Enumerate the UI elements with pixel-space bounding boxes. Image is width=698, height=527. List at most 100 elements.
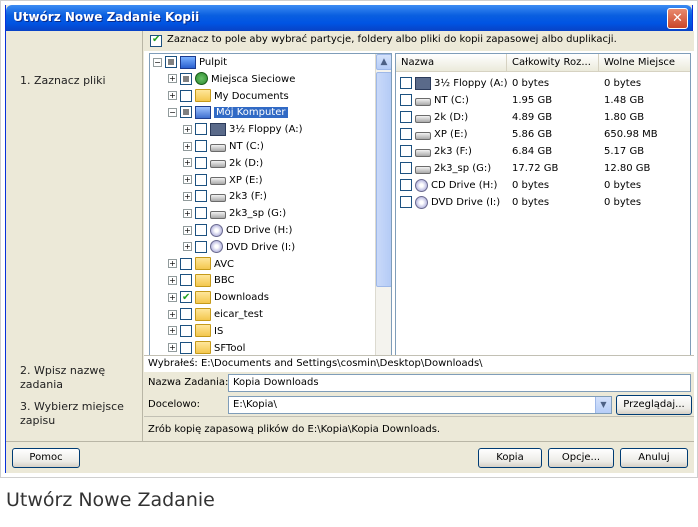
chevron-down-icon[interactable]: ▼: [595, 397, 611, 413]
expand-icon[interactable]: +: [183, 242, 192, 252]
tree-item[interactable]: + IS: [168, 324, 223, 340]
drive-icon: [415, 97, 431, 106]
tree-item-checkbox[interactable]: [195, 140, 207, 152]
close-button[interactable]: ✕: [667, 8, 688, 29]
cd-icon: [415, 178, 428, 192]
expand-icon[interactable]: +: [168, 343, 177, 353]
expand-icon[interactable]: +: [168, 292, 177, 302]
column-name-header[interactable]: Nazwa: [396, 54, 507, 72]
tree-item-checkbox[interactable]: [180, 257, 192, 270]
list-item[interactable]: 2k3_sp (G:) 17.72 GB 12.80 GB: [396, 161, 690, 177]
destination-select[interactable]: E:\Kopia\ ▼: [228, 396, 612, 414]
tree-item-label: 2k (D:): [229, 157, 264, 169]
list-item-checkbox[interactable]: [400, 94, 412, 106]
list-item-checkbox[interactable]: [400, 77, 412, 89]
tree-item[interactable]: − Pulpit: [153, 55, 227, 71]
options-button[interactable]: Opcje...: [548, 448, 614, 468]
expand-icon[interactable]: +: [168, 309, 177, 319]
tree-item[interactable]: +3½ Floppy (A:): [183, 122, 303, 138]
drive-free-space: 0 bytes: [604, 180, 642, 191]
column-total-header[interactable]: Całkowity Roz...: [507, 54, 599, 72]
tree-item[interactable]: + XP (E:): [183, 173, 263, 189]
expand-icon[interactable]: +: [183, 141, 192, 151]
scroll-up-button[interactable]: ▲: [376, 54, 391, 70]
expand-icon[interactable]: +: [183, 225, 192, 235]
tree-item-checkbox[interactable]: [195, 224, 207, 236]
destination-row: Docelowo: E:\Kopia\ ▼ Przeglądaj...: [144, 394, 694, 416]
tree-item-checkbox[interactable]: [195, 123, 207, 136]
drive-icon: [210, 177, 226, 186]
tree-item-label: 3½ Floppy (A:): [229, 124, 303, 136]
list-item[interactable]: DVD Drive (I:) 0 bytes 0 bytes: [396, 195, 690, 211]
tree-item-checkbox[interactable]: [180, 341, 192, 354]
tree-item[interactable]: +2k3 (F:): [183, 189, 267, 205]
list-item[interactable]: NT (C:) 1.95 GB 1.48 GB: [396, 93, 690, 109]
tree-item[interactable]: + DVD Drive (I:): [183, 240, 295, 256]
tree-item[interactable]: + Downloads: [168, 290, 269, 306]
tree-item[interactable]: + AVC: [168, 257, 234, 273]
tree-item-label: AVC: [214, 258, 235, 270]
tree-item-checkbox[interactable]: [165, 56, 177, 68]
tree-item-checkbox[interactable]: [180, 106, 192, 119]
tree-item-label: eicar_test: [214, 309, 263, 320]
drive-free-space: 1.48 GB: [604, 95, 645, 106]
expand-icon[interactable]: +: [183, 191, 192, 201]
expand-icon[interactable]: +: [168, 91, 177, 101]
tree-item[interactable]: + BBC: [168, 273, 235, 289]
collapse-icon[interactable]: −: [153, 57, 162, 67]
tree-item-checkbox[interactable]: [195, 173, 207, 186]
expand-icon[interactable]: +: [183, 158, 192, 168]
list-item-checkbox[interactable]: [400, 128, 412, 140]
tree-item[interactable]: +2k3_sp (G:): [183, 206, 286, 222]
list-item-checkbox[interactable]: [400, 162, 412, 174]
tree-item[interactable]: + NT (C:): [183, 139, 264, 155]
expand-icon[interactable]: +: [183, 124, 192, 134]
expand-icon[interactable]: +: [168, 74, 177, 84]
expand-icon[interactable]: +: [168, 326, 177, 336]
tree-item-checkbox[interactable]: [180, 324, 192, 337]
tree-item-checkbox[interactable]: [180, 308, 192, 320]
tree-item-checkbox[interactable]: [180, 290, 192, 306]
copy-button[interactable]: Kopia: [478, 448, 542, 468]
list-item-checkbox[interactable]: [400, 196, 412, 208]
list-item[interactable]: CD Drive (H:) 0 bytes 0 bytes: [396, 178, 690, 194]
tree-item-checkbox[interactable]: [180, 72, 192, 85]
tree-item[interactable]: +2k (D:): [183, 156, 263, 172]
list-item[interactable]: 2k (D:) 4.89 GB 1.80 GB: [396, 110, 690, 126]
column-free-header[interactable]: Wolne Miejsce: [599, 54, 690, 72]
tree-item-label: Miejsca Sieciowe: [211, 73, 296, 85]
list-item-checkbox[interactable]: [400, 179, 412, 191]
expand-icon[interactable]: +: [168, 259, 177, 269]
list-item[interactable]: 2k3 (F:) 6.84 GB 5.17 GB: [396, 144, 690, 160]
tree-item-checkbox[interactable]: [195, 240, 207, 253]
drive-name: XP (E:): [434, 129, 468, 140]
scroll-thumb[interactable]: [376, 72, 391, 287]
list-item-checkbox[interactable]: [400, 145, 412, 157]
help-button[interactable]: Pomoc: [12, 448, 80, 468]
list-item-checkbox[interactable]: [400, 111, 412, 123]
network-icon: [195, 72, 208, 86]
tree-item-checkbox[interactable]: [180, 89, 192, 102]
task-name-input[interactable]: Kopia Downloads: [228, 374, 691, 392]
list-item[interactable]: 3½ Floppy (A:) 0 bytes 0 bytes: [396, 76, 690, 92]
tree-item[interactable]: − Mój Komputer: [168, 105, 288, 121]
tree-item-checkbox[interactable]: [195, 190, 207, 203]
tree-item-checkbox[interactable]: [180, 274, 192, 287]
tree-item-checkbox[interactable]: [195, 207, 207, 220]
select-items-checkbox[interactable]: [150, 34, 162, 47]
tree-item-checkbox[interactable]: [195, 156, 207, 169]
tree-item[interactable]: + Miejsca Sieciowe: [168, 72, 295, 88]
tree-item-label: XP (E:): [229, 174, 263, 186]
tree-item[interactable]: + eicar_test: [168, 307, 263, 323]
cancel-button[interactable]: Anuluj: [620, 448, 688, 468]
collapse-icon[interactable]: −: [168, 107, 177, 117]
expand-icon[interactable]: +: [168, 275, 177, 285]
expand-icon[interactable]: +: [183, 208, 192, 218]
list-item[interactable]: XP (E:) 5.86 GB 650.98 MB: [396, 127, 690, 143]
title-bar: Utwórz Nowe Zadanie Kopii ✕: [6, 5, 692, 31]
tree-item[interactable]: + CD Drive (H:): [183, 223, 292, 239]
tree-scrollbar[interactable]: ▲ ▼: [375, 54, 391, 372]
browse-button[interactable]: Przeglądaj...: [616, 395, 692, 415]
tree-item[interactable]: + My Documents: [168, 89, 289, 105]
expand-icon[interactable]: +: [183, 175, 192, 185]
